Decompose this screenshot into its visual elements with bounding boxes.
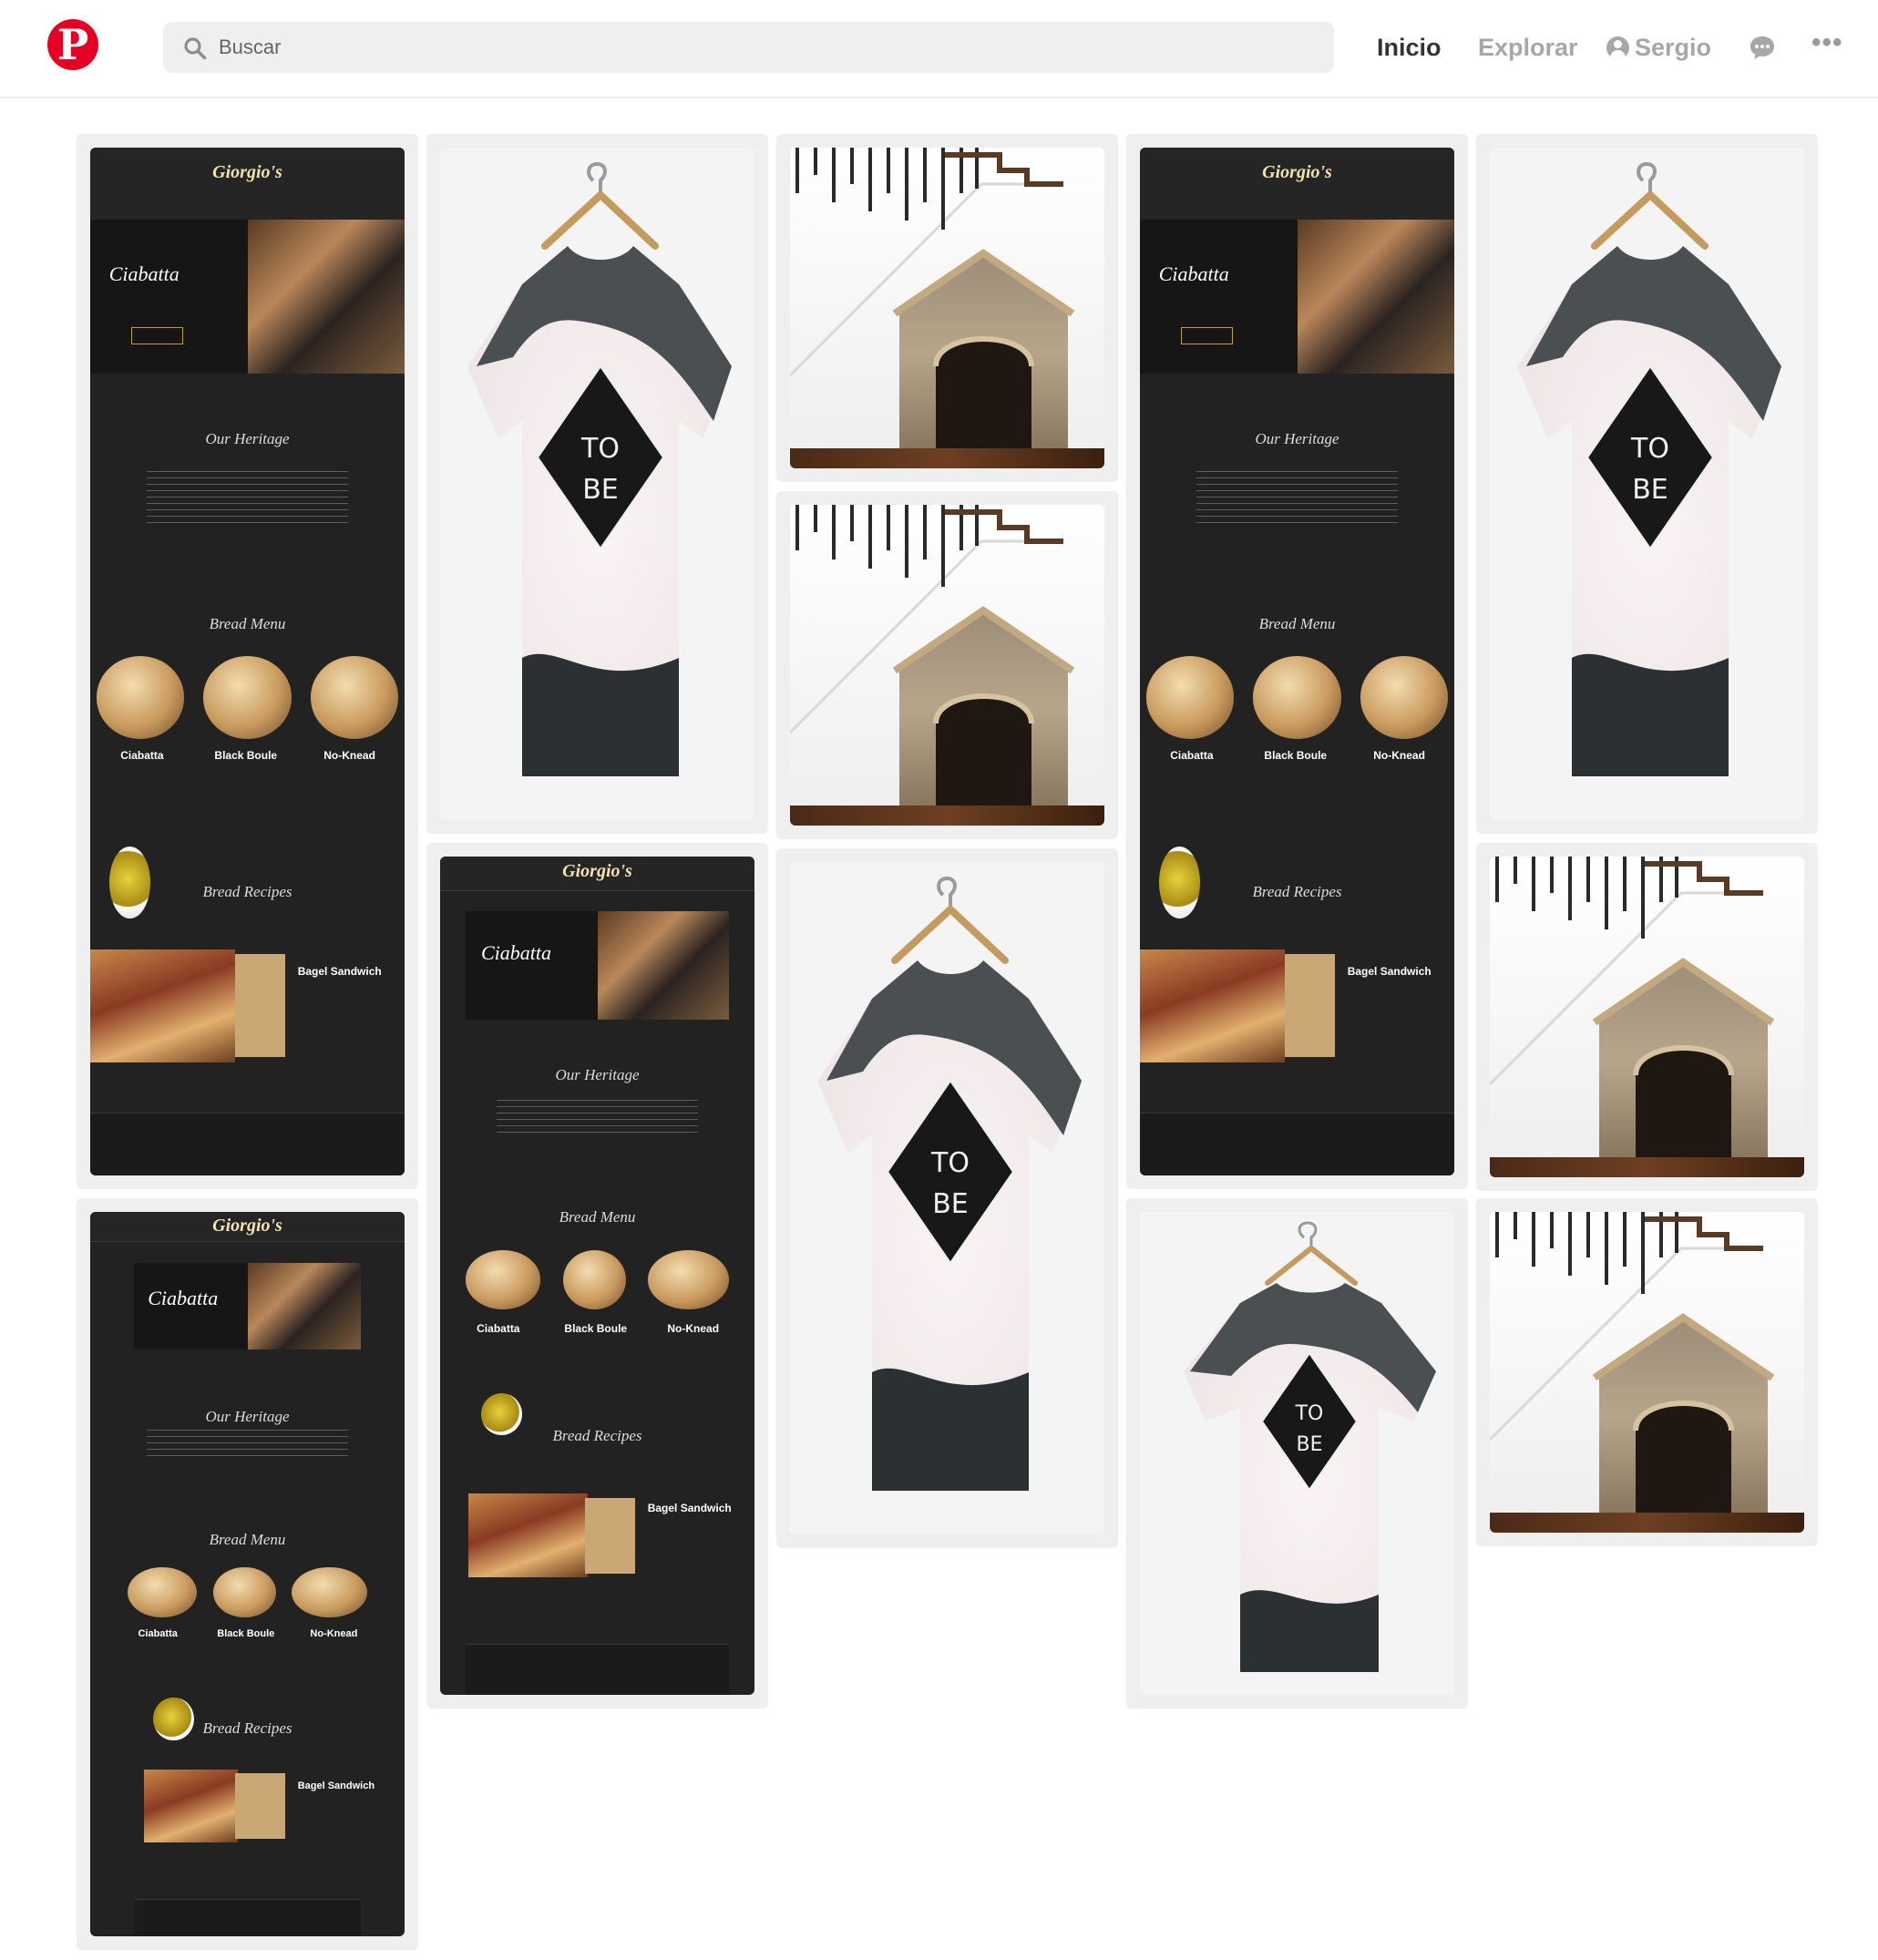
pin-card[interactable]: Giorgio's Ciabatta Our Heritage Bread Me… [426, 843, 768, 1709]
bakery-recipes-title: Bread Recipes [552, 1426, 642, 1444]
pin-card[interactable] [1476, 1198, 1818, 1546]
bread-name: Black Boule [214, 748, 278, 762]
doghouse-photo [790, 505, 1104, 826]
doghouse-photo [1490, 857, 1804, 1177]
tshirt-photo: TO BE [1490, 148, 1804, 820]
profile-name: Sergio [1635, 34, 1712, 61]
search-input[interactable] [219, 22, 1294, 73]
nav-profile[interactable]: Sergio [1606, 22, 1711, 73]
bakery-mockup: Giorgio's Ciabatta Our Heritage Bread Me… [1140, 148, 1454, 1175]
bread-name: No-Knead [1373, 748, 1425, 762]
bakery-mockup: Giorgio's Ciabatta Our Heritage Bread Me… [90, 1212, 405, 1936]
bread-name: Black Boule [1264, 748, 1328, 762]
pin-card[interactable]: Giorgio's Ciabatta Our Heritage Bread Me… [77, 134, 418, 1189]
pin-card[interactable]: TO BE [1476, 134, 1818, 834]
doghouse-photo [1490, 1212, 1804, 1533]
pin-card[interactable]: TO BE [1126, 1198, 1468, 1709]
tshirt-print-be: BE [1297, 1433, 1323, 1456]
doghouse-photo [790, 148, 1104, 468]
bakery-recipes-title: Bread Recipes [202, 882, 292, 900]
search-icon [184, 37, 207, 60]
bakery-hero-title: Ciabatta [148, 1287, 219, 1310]
pin-image-doghouse[interactable] [790, 505, 1104, 826]
tshirt-print-be: BE [932, 1188, 969, 1220]
recipe-title: Bagel Sandwich [297, 964, 382, 978]
bread-name: Ciabatta [120, 748, 164, 762]
pin-image-doghouse[interactable] [790, 148, 1104, 468]
recipe-title: Bagel Sandwich [297, 1780, 375, 1792]
bakery-logo: Giorgio's [562, 860, 632, 881]
bread-name: Black Boule [564, 1321, 628, 1335]
bakery-heritage-title: Our Heritage [1255, 430, 1339, 448]
tshirt-print-be: BE [1632, 474, 1668, 506]
pin-card[interactable] [776, 491, 1118, 839]
bakery-heritage-title: Our Heritage [205, 1407, 290, 1425]
bakery-recipes-title: Bread Recipes [1252, 882, 1342, 900]
recipe-title: Bagel Sandwich [1347, 964, 1432, 978]
tshirt-print-to: TO [1630, 433, 1669, 465]
bakery-hero-title: Ciabatta [1158, 262, 1229, 286]
nav-explorar[interactable]: Explorar [1478, 22, 1578, 73]
pin-card[interactable]: TO BE [426, 134, 768, 834]
bread-name: No-Knead [310, 1628, 358, 1640]
tshirt-print-to: TO [580, 433, 620, 465]
tshirt-print-be: BE [582, 474, 619, 506]
tshirt-photo: TO BE [790, 862, 1104, 1534]
bread-name: Ciabatta [477, 1321, 520, 1335]
nav-inicio[interactable]: Inicio [1377, 22, 1442, 73]
pin-image-tshirt[interactable]: TO BE [440, 148, 754, 820]
pin-image-bakery[interactable]: Giorgio's Ciabatta Our Heritage Bread Me… [90, 148, 405, 1175]
bakery-menu-title: Bread Menu [209, 615, 286, 633]
bread-name: No-Knead [667, 1321, 720, 1335]
bakery-menu-title: Bread Menu [559, 1208, 636, 1226]
tshirt-photo: TO BE [440, 148, 754, 820]
bakery-heritage-title: Our Heritage [205, 430, 290, 448]
bakery-hero-title: Ciabatta [108, 262, 180, 286]
bakery-logo: Giorgio's [212, 1215, 282, 1236]
pin-image-bakery[interactable]: Giorgio's Ciabatta Our Heritage Bread Me… [90, 1212, 405, 1936]
pin-image-tshirt[interactable]: TO BE [790, 862, 1104, 1534]
pin-image-bakery[interactable]: Giorgio's Ciabatta Our Heritage Bread Me… [440, 857, 754, 1695]
recipe-title: Bagel Sandwich [647, 1502, 732, 1515]
pinterest-logo[interactable]: P [47, 19, 98, 70]
bakery-heritage-title: Our Heritage [555, 1066, 640, 1083]
user-icon [1606, 36, 1629, 59]
tshirt-print-to: TO [930, 1147, 970, 1179]
bakery-menu-title: Bread Menu [1258, 615, 1336, 633]
bakery-recipes-title: Bread Recipes [202, 1719, 292, 1737]
pin-card[interactable]: Giorgio's Ciabatta Our Heritage Bread Me… [77, 1198, 418, 1950]
bakery-logo: Giorgio's [212, 161, 282, 182]
pin-image-doghouse[interactable] [1490, 857, 1804, 1177]
pin-image-doghouse[interactable] [1490, 1212, 1804, 1533]
bakery-hero-title: Ciabatta [480, 941, 551, 965]
pin-card[interactable] [776, 134, 1118, 482]
pin-card[interactable]: Giorgio's Ciabatta Our Heritage Bread Me… [1126, 134, 1468, 1189]
bakery-logo: Giorgio's [1262, 161, 1332, 182]
logo-letter: P [56, 20, 89, 69]
bread-name: Ciabatta [1170, 748, 1214, 762]
bakery-mockup: Giorgio's Ciabatta Our Heritage Bread Me… [90, 148, 405, 1175]
pin-card[interactable]: TO BE [776, 848, 1118, 1548]
top-bar: P Inicio Explorar Sergio ••• [0, 0, 1878, 98]
bread-name: No-Knead [323, 748, 375, 762]
pin-image-tshirt[interactable]: TO BE [1140, 1212, 1454, 1695]
chat-icon[interactable] [1749, 34, 1776, 61]
more-icon[interactable]: ••• [1811, 29, 1842, 60]
pin-image-tshirt[interactable]: TO BE [1490, 148, 1804, 820]
tshirt-photo: TO BE [1140, 1212, 1454, 1695]
pin-card[interactable] [1476, 843, 1818, 1191]
pin-image-bakery[interactable]: Giorgio's Ciabatta Our Heritage Bread Me… [1140, 148, 1454, 1175]
search-box[interactable] [163, 22, 1334, 73]
bakery-menu-title: Bread Menu [209, 1530, 286, 1548]
tshirt-print-to: TO [1295, 1402, 1324, 1425]
bakery-mockup: Giorgio's Ciabatta Our Heritage Bread Me… [440, 857, 754, 1695]
